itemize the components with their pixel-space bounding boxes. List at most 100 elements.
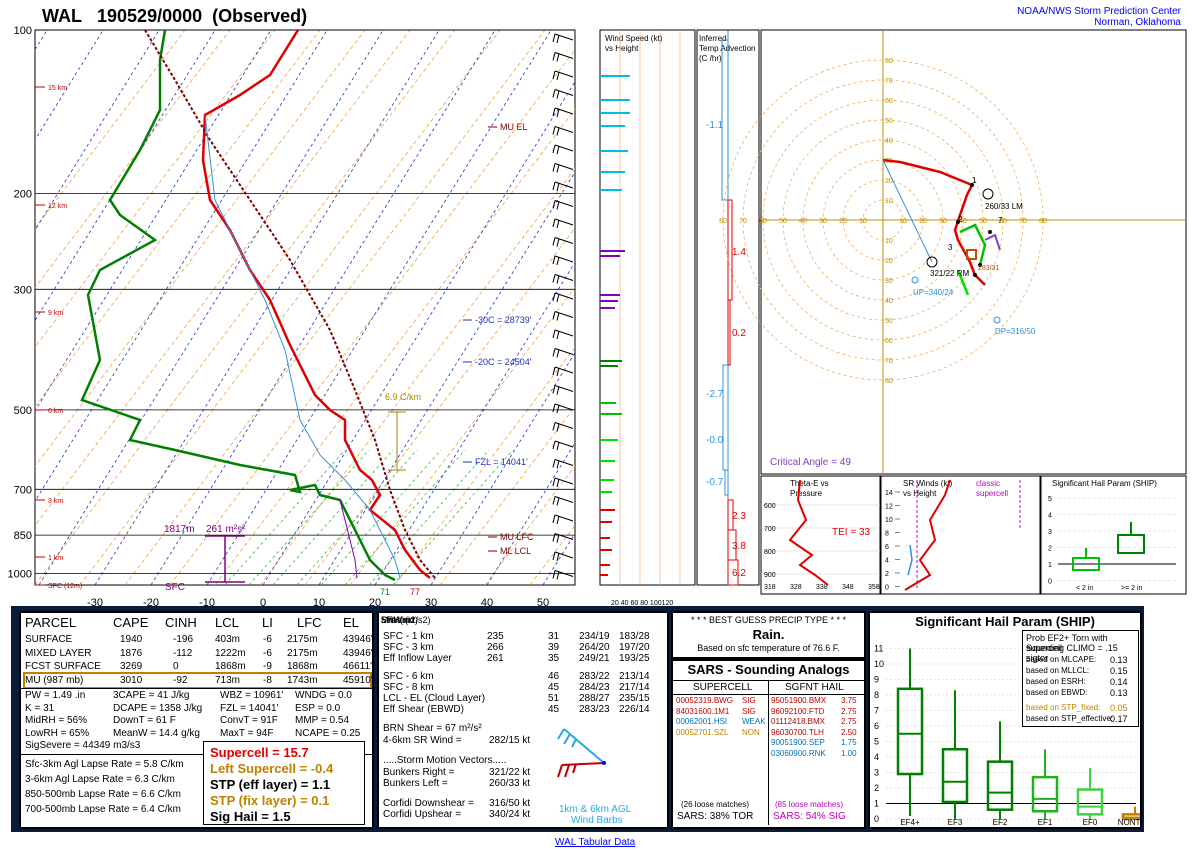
parcel-cell: FCST SURFACE — [25, 661, 101, 672]
sars-hail-size: 2.75 — [841, 717, 857, 726]
parcel-cell: MIXED LAYER — [25, 647, 92, 659]
kin-cell: LCL - EL (Cloud Layer) — [383, 693, 486, 704]
storm-motion-header: .....Storm Motion Vectors..... — [383, 755, 507, 766]
theta-e-xtick: 318 — [764, 584, 776, 591]
parcel-cell: 403m — [215, 634, 241, 645]
sr-ytick: 10 — [885, 517, 893, 524]
hodo-lm-label: 260/33 LM — [985, 202, 1023, 211]
pressure-tick: 100 — [14, 25, 32, 37]
bunkers-right-label: Bunkers Right = — [383, 767, 455, 778]
sars-match-id: 95051900.BMX — [771, 696, 827, 705]
temp-adv-value: -1.1 — [706, 120, 724, 131]
sr-ytick: 4 — [885, 558, 889, 565]
temp-adv-value: 1.4 — [732, 247, 746, 258]
parcel-cell: SURFACE — [25, 634, 73, 645]
index-value: ESP = 0.0 — [295, 702, 341, 714]
index-value: DownT = 61 F — [113, 715, 176, 726]
kin-row: SFC - 1 km 235 31 234/19 183/28 — [383, 631, 663, 642]
sars-supercell-result: SARS: 38% TOR — [677, 811, 754, 822]
stp-ytick: 11 — [874, 644, 883, 654]
kin-cell: Eff Inflow Layer — [383, 653, 452, 664]
hodo-ring-label: 60 — [759, 218, 767, 225]
lapse-rate: Sfc-3km Agl Lapse Rate = 5.8 C/km — [25, 759, 184, 770]
height-label: 12 km — [48, 203, 67, 210]
bunkers-left-value: 260/33 kt — [489, 778, 531, 789]
stp-category: EF0 — [1083, 818, 1098, 827]
left-supercell-value: Left Supercell = -0.4 — [210, 761, 334, 776]
kin-row: SFC - 8 km 45 284/23 217/14 — [383, 682, 663, 693]
stp-category: EF1 — [1038, 818, 1053, 827]
ship-ytick: 4 — [1048, 513, 1052, 520]
hodo-ring-label: 50 — [979, 218, 987, 225]
temp-adv-value: -2.7 — [706, 389, 724, 400]
sars-match-id: 03060900.RNK — [771, 748, 826, 758]
parcel-header-cell: LI — [262, 615, 273, 630]
sars-hail-size: 2.50 — [841, 727, 857, 737]
stp-prob-label: based on STP_effective: — [1026, 714, 1114, 723]
kin-cell: 261 — [487, 653, 504, 664]
kin-row: SFC - 3 km 266 39 264/20 197/20 — [383, 642, 663, 653]
kin-cell: SFC - 8 km — [383, 682, 434, 693]
sr-ytick: 14 — [885, 490, 893, 497]
pressure-tick: 500 — [14, 405, 32, 417]
stp-prob-label: based on STP_fixed: — [1026, 703, 1101, 712]
index-value: ConvT = 91F — [220, 715, 278, 726]
stp-category: EF4+ — [900, 818, 920, 827]
precip-header: * * * BEST GUESS PRECIP TYPE * * * — [690, 615, 847, 625]
parcel-cell: 46611' — [343, 661, 372, 672]
theta-e-ytick: 800 — [764, 549, 776, 556]
mu-el-label: MU EL — [500, 122, 528, 132]
stp-prob-label: based on ESRH: — [1026, 677, 1086, 686]
kin-cell: 197/20 — [619, 642, 650, 653]
kin-cell: SFC - 1 km — [383, 631, 434, 642]
parcel-cell: -6 — [263, 647, 272, 659]
stp-prob-value: 0.05 — [1110, 703, 1128, 713]
ship-ytick: 1 — [1048, 562, 1052, 569]
sars-match-id: 90051900.SEP — [771, 738, 825, 747]
stp-box — [1031, 775, 1059, 813]
stp-category: EF2 — [993, 818, 1008, 827]
height-label: 9 km — [48, 310, 63, 317]
hodo-point-label: 1 — [972, 176, 977, 185]
parcel-cell: 0 — [173, 661, 179, 672]
bunkers-left-label: Bunkers Left = — [383, 778, 448, 789]
sig-hail-value: Sig Hail = 1.5 — [210, 809, 291, 824]
kin-cell: 217/14 — [619, 682, 650, 693]
temp-adv-value: 0.2 — [732, 328, 746, 339]
sars-hail-size: 2.75 — [841, 706, 857, 716]
svg-text:supercell: supercell — [976, 489, 1008, 498]
ship-ytick: 2 — [1048, 546, 1052, 553]
tabular-data-link[interactable]: WAL Tabular Data — [555, 832, 635, 850]
pressure-tick: 700 — [14, 484, 32, 496]
fzl-label: FZL = 14041' — [475, 457, 528, 467]
supercell-value: Supercell = 15.7 — [210, 745, 309, 760]
svg-text:vs Height: vs Height — [903, 489, 937, 498]
stp-panel: Significant Hail Param (SHIP) 11 10 9 8 7 6 5 4… — [868, 611, 1142, 829]
minus20-label: -20C = 24504' — [475, 357, 532, 367]
kin-header-cell: SRW — [381, 615, 402, 625]
hodo-ring-label: 20 — [919, 218, 927, 225]
hodo-point-label: 7 — [998, 216, 1003, 225]
hodo-ring-label: 20 — [885, 258, 893, 265]
parcel-cell: 2175m — [287, 634, 318, 645]
sars-hail-size: 1.75 — [841, 738, 857, 747]
parcel-cell: -196 — [173, 634, 194, 645]
kin-cell: 35 — [548, 653, 560, 664]
parcel-cell: 1222m — [215, 647, 246, 659]
parcel-cell: 43946' — [343, 647, 373, 659]
parcel-header-cell: EL — [343, 615, 359, 630]
kinematics-header: SRH(m2/s2) Shear(kt) MnWind SRW — [381, 615, 665, 627]
precip-type: Rain. — [752, 627, 785, 642]
sr-title: SR Winds (kt) — [903, 479, 953, 488]
lapse-rate: 700-500mb Lapse Rate = 6.4 C/km — [25, 804, 181, 815]
kin-cell: 266 — [487, 642, 504, 653]
kin-cell: 31 — [548, 631, 560, 642]
stp-prob-value: 0.17 — [1110, 714, 1128, 724]
tabular-data-link-text[interactable]: WAL Tabular Data — [555, 837, 635, 848]
hodo-dp-label: DP=316/50 — [995, 327, 1036, 336]
stp-ytick: 2 — [874, 783, 879, 793]
sr-ytick: 6 — [885, 544, 889, 551]
kin-cell: 45 — [548, 682, 560, 693]
ship-ytick: 5 — [1048, 496, 1052, 503]
parcel-cell: 43946' — [343, 634, 373, 645]
